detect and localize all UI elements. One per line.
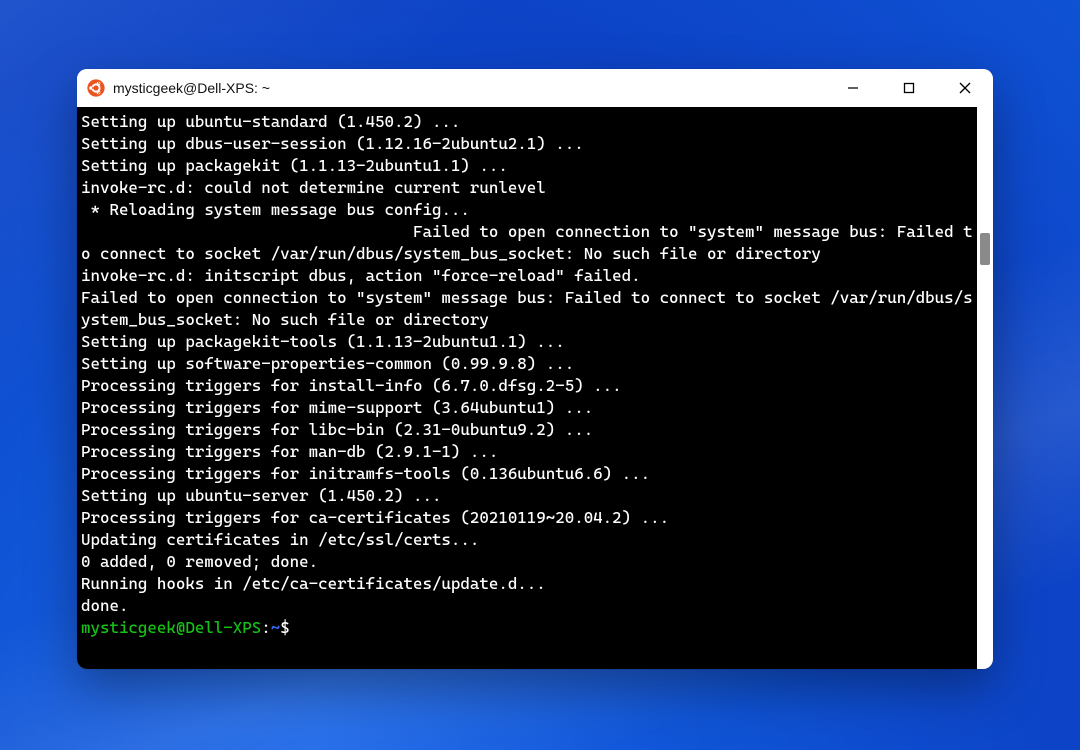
- terminal-line: Setting up dbus-user-session (1.12.16-2u…: [81, 133, 973, 155]
- terminal-line: Setting up ubuntu-server (1.450.2) ...: [81, 485, 973, 507]
- window-controls: [825, 69, 993, 107]
- prompt-user: mysticgeek: [81, 618, 176, 637]
- terminal-line: Failed to open connection to "system" me…: [81, 287, 973, 331]
- terminal-line: Processing triggers for ca-certificates …: [81, 507, 973, 529]
- terminal-line: Running hooks in /etc/ca-certificates/up…: [81, 573, 973, 595]
- terminal-line: Processing triggers for mime-support (3.…: [81, 397, 973, 419]
- terminal-line: Failed to open connection to "system" me…: [81, 221, 973, 265]
- terminal-line: Processing triggers for initramfs-tools …: [81, 463, 973, 485]
- terminal-area: Setting up ubuntu-standard (1.450.2) ...…: [77, 107, 993, 669]
- terminal-line: Setting up ubuntu-standard (1.450.2) ...: [81, 111, 973, 133]
- terminal-line: Setting up software-properties-common (0…: [81, 353, 973, 375]
- titlebar[interactable]: mysticgeek@Dell-XPS: ~: [77, 69, 993, 107]
- terminal-line: invoke-rc.d: initscript dbus, action "fo…: [81, 265, 973, 287]
- maximize-button[interactable]: [881, 69, 937, 107]
- close-button[interactable]: [937, 69, 993, 107]
- terminal-line: done.: [81, 595, 973, 617]
- terminal-line: Setting up packagekit-tools (1.1.13-2ubu…: [81, 331, 973, 353]
- minimize-button[interactable]: [825, 69, 881, 107]
- terminal-output[interactable]: Setting up ubuntu-standard (1.450.2) ...…: [77, 107, 977, 669]
- terminal-line: Processing triggers for install-info (6.…: [81, 375, 973, 397]
- window-title: mysticgeek@Dell-XPS: ~: [113, 80, 825, 96]
- terminal-line: invoke-rc.d: could not determine current…: [81, 177, 973, 199]
- terminal-prompt[interactable]: mysticgeek@Dell-XPS:~$: [81, 617, 973, 639]
- prompt-path: ~: [271, 618, 281, 637]
- prompt-host: Dell-XPS: [185, 618, 261, 637]
- terminal-line: Updating certificates in /etc/ssl/certs.…: [81, 529, 973, 551]
- terminal-line: Processing triggers for libc-bin (2.31-0…: [81, 419, 973, 441]
- ubuntu-icon: [87, 79, 105, 97]
- scrollbar-thumb[interactable]: [980, 233, 990, 265]
- terminal-line: Processing triggers for man-db (2.9.1-1)…: [81, 441, 973, 463]
- prompt-symbol: $: [280, 618, 290, 637]
- terminal-line: * Reloading system message bus config...: [81, 199, 973, 221]
- prompt-at: @: [176, 618, 186, 637]
- scrollbar-track[interactable]: [977, 107, 993, 669]
- terminal-window: mysticgeek@Dell-XPS: ~ Setting up ubuntu…: [77, 69, 993, 669]
- terminal-line: Setting up packagekit (1.1.13-2ubuntu1.1…: [81, 155, 973, 177]
- prompt-colon: :: [261, 618, 271, 637]
- desktop-background: mysticgeek@Dell-XPS: ~ Setting up ubuntu…: [0, 0, 1080, 750]
- terminal-line: 0 added, 0 removed; done.: [81, 551, 973, 573]
